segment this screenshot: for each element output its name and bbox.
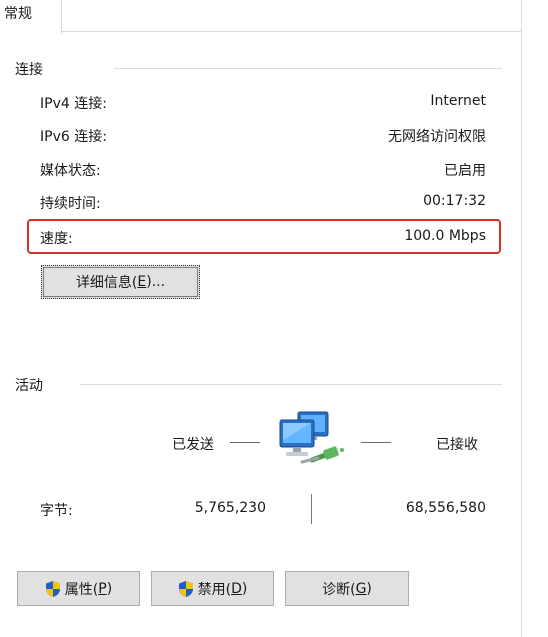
disable-button[interactable]: 禁用(D): [151, 571, 274, 606]
properties-button-suffix: ): [106, 580, 113, 597]
bytes-separator: [311, 494, 312, 524]
diagnose-button-text: 诊断(: [322, 581, 356, 598]
activity-group-title: 活动: [15, 378, 43, 394]
properties-button-text: 属性(: [64, 581, 99, 598]
disable-button-accel: D: [231, 580, 242, 597]
ipv6-value: 无网络访问权限: [388, 129, 486, 145]
sent-dash: [230, 442, 260, 443]
connection-group-title: 连接: [15, 62, 43, 78]
ipv6-label: IPv6 连接:: [40, 129, 107, 145]
uac-shield-icon: [178, 580, 194, 598]
properties-button-accel: P: [98, 580, 107, 597]
dialog-right-border: [521, 0, 522, 637]
diagnose-button-suffix: ): [366, 580, 372, 597]
tab-strip-divider: [62, 31, 522, 32]
media-state-value: 已启用: [444, 163, 486, 179]
ipv4-value: Internet: [430, 93, 486, 109]
ipv4-label: IPv4 连接:: [40, 96, 107, 112]
bytes-label: 字节:: [40, 503, 73, 519]
bytes-sent-value: 5,765,230: [194, 500, 266, 516]
diagnose-button[interactable]: 诊断(G): [285, 571, 409, 606]
speed-label: 速度:: [40, 231, 73, 247]
disable-button-text: 禁用(: [197, 581, 232, 598]
network-computers-icon: [272, 408, 350, 472]
details-button-suffix: )...: [146, 274, 166, 290]
sent-label: 已发送: [172, 437, 214, 453]
received-label: 已接收: [436, 437, 478, 453]
received-dash: [361, 442, 391, 443]
duration-label: 持续时间:: [40, 196, 101, 212]
details-button[interactable]: 详细信息(E)...: [41, 265, 200, 299]
connection-group-line: [114, 68, 502, 69]
properties-button[interactable]: 属性(P): [17, 571, 140, 606]
speed-value: 100.0 Mbps: [404, 228, 486, 244]
diagnose-button-accel: G: [355, 580, 367, 597]
details-button-text: 详细信息(: [75, 275, 138, 291]
duration-value: 00:17:32: [423, 193, 486, 209]
media-state-label: 媒体状态:: [40, 163, 101, 179]
disable-button-suffix: ): [241, 580, 248, 597]
tab-general-label: 常规: [4, 6, 32, 22]
bytes-received-value: 68,556,580: [405, 500, 486, 516]
activity-group-line: [80, 384, 502, 385]
uac-shield-icon: [45, 580, 61, 598]
details-button-accel: E: [137, 274, 147, 290]
